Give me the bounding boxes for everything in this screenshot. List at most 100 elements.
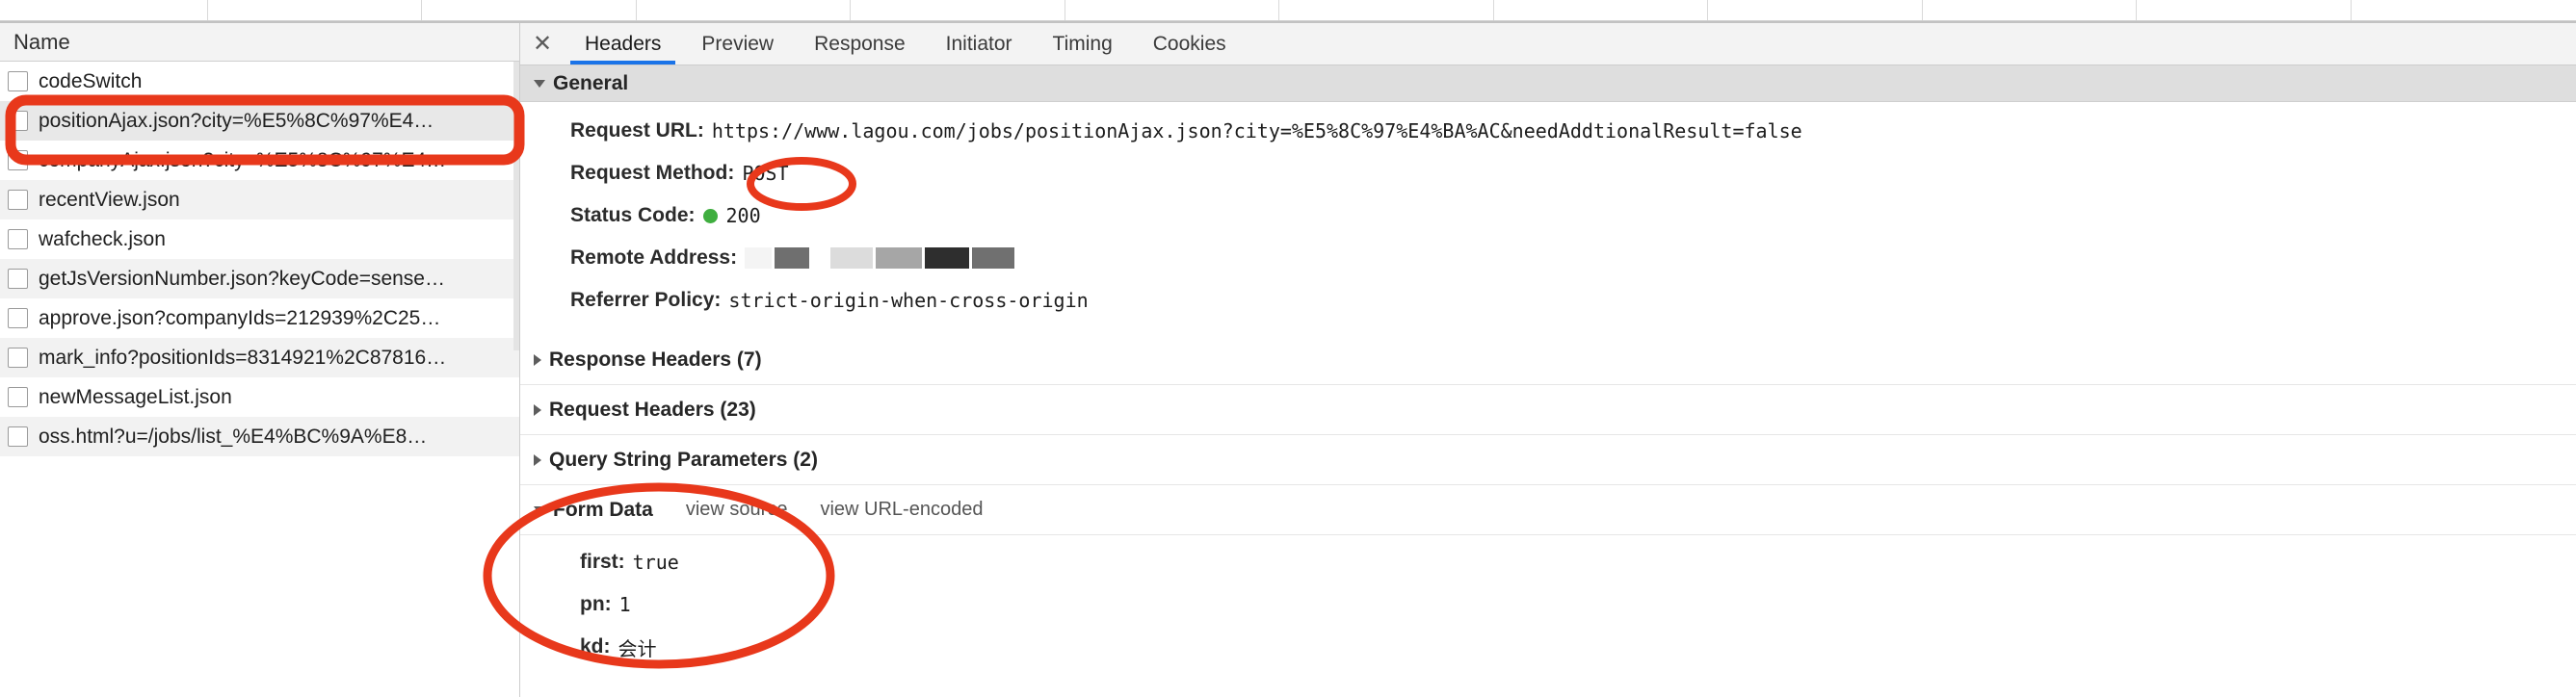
redacted-block — [925, 247, 970, 269]
general-row-key: Remote Address: — [570, 246, 738, 269]
sheet-gridline — [207, 0, 208, 21]
request-checkbox[interactable] — [8, 190, 28, 210]
general-row-key: Request URL: — [570, 119, 704, 142]
request-name-label: companyAjax.json?city=%E5%8C%97%E4… — [39, 148, 447, 171]
close-icon[interactable]: ✕ — [520, 23, 565, 65]
request-name-label: wafcheck.json — [39, 227, 166, 250]
request-name-label: approve.json?companyIds=212939%2C25… — [39, 306, 441, 329]
section-title: Query String Parameters (2) — [549, 448, 818, 471]
form-data-key: pn: — [580, 593, 612, 615]
section-header-collapsed[interactable]: Query String Parameters (2) — [520, 435, 2576, 485]
general-row: Status Code: 200 — [520, 194, 2576, 237]
background-spreadsheet-strip — [0, 0, 2576, 21]
request-list-item[interactable]: companyAjax.json?city=%E5%8C%97%E4… — [0, 141, 519, 180]
request-list-item[interactable]: oss.html?u=/jobs/list_%E4%BC%9A%E8… — [0, 417, 519, 456]
form-data-value: 1 — [618, 593, 631, 616]
request-list-item[interactable]: mark_info?positionIds=8314921%2C87816… — [0, 338, 519, 377]
general-row-key: Referrer Policy: — [570, 289, 722, 311]
sheet-gridline — [850, 0, 851, 21]
sheet-gridline — [2136, 0, 2137, 21]
redacted-block — [972, 247, 1015, 269]
request-list-panel: Name codeSwitch positionAjax.json?city=%E… — [0, 23, 520, 697]
form-data-key: first: — [580, 551, 625, 573]
form-data-body: first: true pn: 1 kd: 会计 — [520, 535, 2576, 678]
general-row-value: POST — [742, 162, 789, 185]
general-section-body: Request URL: https://www.lagou.com/jobs/p… — [520, 102, 2576, 335]
request-name-label: newMessageList.json — [39, 385, 232, 408]
tab-preview[interactable]: Preview — [681, 23, 794, 65]
redacted-block — [745, 247, 773, 269]
request-list-item[interactable]: getJsVersionNumber.json?keyCode=sense… — [0, 259, 519, 298]
request-list-item[interactable]: codeSwitch — [0, 62, 519, 101]
request-list-item[interactable]: newMessageList.json — [0, 377, 519, 417]
request-name-label: codeSwitch — [39, 69, 143, 92]
section-header-collapsed[interactable]: Request Headers (23) — [520, 385, 2576, 435]
form-data-row: kd: 会计 — [520, 626, 2576, 668]
chevron-right-icon — [534, 453, 541, 466]
section-title: Request Headers (23) — [549, 398, 756, 421]
tab-headers[interactable]: Headers — [565, 23, 681, 65]
sheet-gridline — [636, 0, 637, 21]
request-checkbox[interactable] — [8, 426, 28, 447]
request-checkbox[interactable] — [8, 308, 28, 328]
general-row: Remote Address: — [520, 237, 2576, 279]
collapsed-sections: Response Headers (7) Request Headers (23)… — [520, 335, 2576, 485]
chevron-right-icon — [534, 403, 541, 416]
form-data-row: pn: 1 — [520, 583, 2576, 626]
sheet-gridline — [1707, 0, 1708, 21]
section-header-form-data[interactable]: Form Data view source view URL-encoded — [520, 485, 2576, 535]
section-title: Response Headers (7) — [549, 348, 762, 371]
status-ok-icon — [702, 208, 718, 223]
redacted-block — [812, 247, 828, 269]
general-row-value: strict-origin-when-cross-origin — [728, 289, 1089, 312]
request-name-label: mark_info?positionIds=8314921%2C87816… — [39, 346, 447, 369]
request-list-item[interactable]: wafcheck.json — [0, 219, 519, 259]
request-checkbox[interactable] — [8, 111, 28, 131]
sheet-gridline — [1493, 0, 1494, 21]
section-header-general[interactable]: General — [520, 65, 2576, 102]
column-header-name[interactable]: Name — [0, 23, 519, 62]
request-list-item[interactable]: recentView.json — [0, 180, 519, 219]
general-row-value: 200 — [725, 204, 761, 227]
detail-tabbar: ✕ Headers Preview Response Initiator Timing C… — [520, 23, 2576, 65]
chevron-down-icon — [534, 505, 545, 514]
general-row-key: Status Code: — [570, 204, 696, 226]
section-header-collapsed[interactable]: Response Headers (7) — [520, 335, 2576, 385]
tab-cookies[interactable]: Cookies — [1133, 23, 1247, 65]
tab-response[interactable]: Response — [794, 23, 926, 65]
request-name-label: getJsVersionNumber.json?keyCode=sense… — [39, 267, 445, 290]
sheet-gridline — [1922, 0, 1923, 21]
redacted-block — [830, 247, 874, 269]
tab-timing[interactable]: Timing — [1033, 23, 1133, 65]
request-checkbox[interactable] — [8, 150, 28, 170]
section-title-form-data: Form Data — [553, 498, 653, 521]
chevron-down-icon — [534, 79, 545, 88]
general-row: Referrer Policy: strict-origin-when-cross… — [520, 279, 2576, 322]
tabs-container: Headers Preview Response Initiator Timing Coo… — [565, 23, 1247, 65]
general-row-key: Request Method: — [570, 162, 735, 184]
form-data-value: 会计 — [618, 636, 657, 660]
request-name-label: oss.html?u=/jobs/list_%E4%BC%9A%E8… — [39, 425, 428, 448]
redacted-block — [775, 247, 810, 269]
tab-initiator[interactable]: Initiator — [926, 23, 1033, 65]
view-source-link[interactable]: view source — [686, 499, 788, 521]
request-list-scrollbar[interactable] — [513, 62, 519, 350]
form-data-key: kd: — [580, 635, 611, 658]
request-checkbox[interactable] — [8, 348, 28, 368]
general-row: Request Method: POST — [520, 152, 2576, 194]
redacted-block — [876, 247, 923, 269]
request-list-item[interactable]: approve.json?companyIds=212939%2C25… — [0, 298, 519, 338]
request-checkbox[interactable] — [8, 229, 28, 249]
devtools-network-panel: Name codeSwitch positionAjax.json?city=%E… — [0, 21, 2576, 697]
request-list-item[interactable]: positionAjax.json?city=%E5%8C%97%E4… — [0, 101, 519, 141]
section-title-general: General — [553, 71, 629, 94]
general-row: Request URL: https://www.lagou.com/jobs/p… — [520, 110, 2576, 152]
request-checkbox[interactable] — [8, 71, 28, 91]
request-checkbox[interactable] — [8, 387, 28, 407]
request-list: codeSwitch positionAjax.json?city=%E5%8C%… — [0, 62, 519, 456]
request-detail-panel: ✕ Headers Preview Response Initiator Timing C… — [520, 23, 2576, 697]
view-url-encoded-link[interactable]: view URL-encoded — [820, 499, 983, 521]
request-name-label: recentView.json — [39, 188, 180, 211]
chevron-right-icon — [534, 353, 541, 366]
request-checkbox[interactable] — [8, 269, 28, 289]
